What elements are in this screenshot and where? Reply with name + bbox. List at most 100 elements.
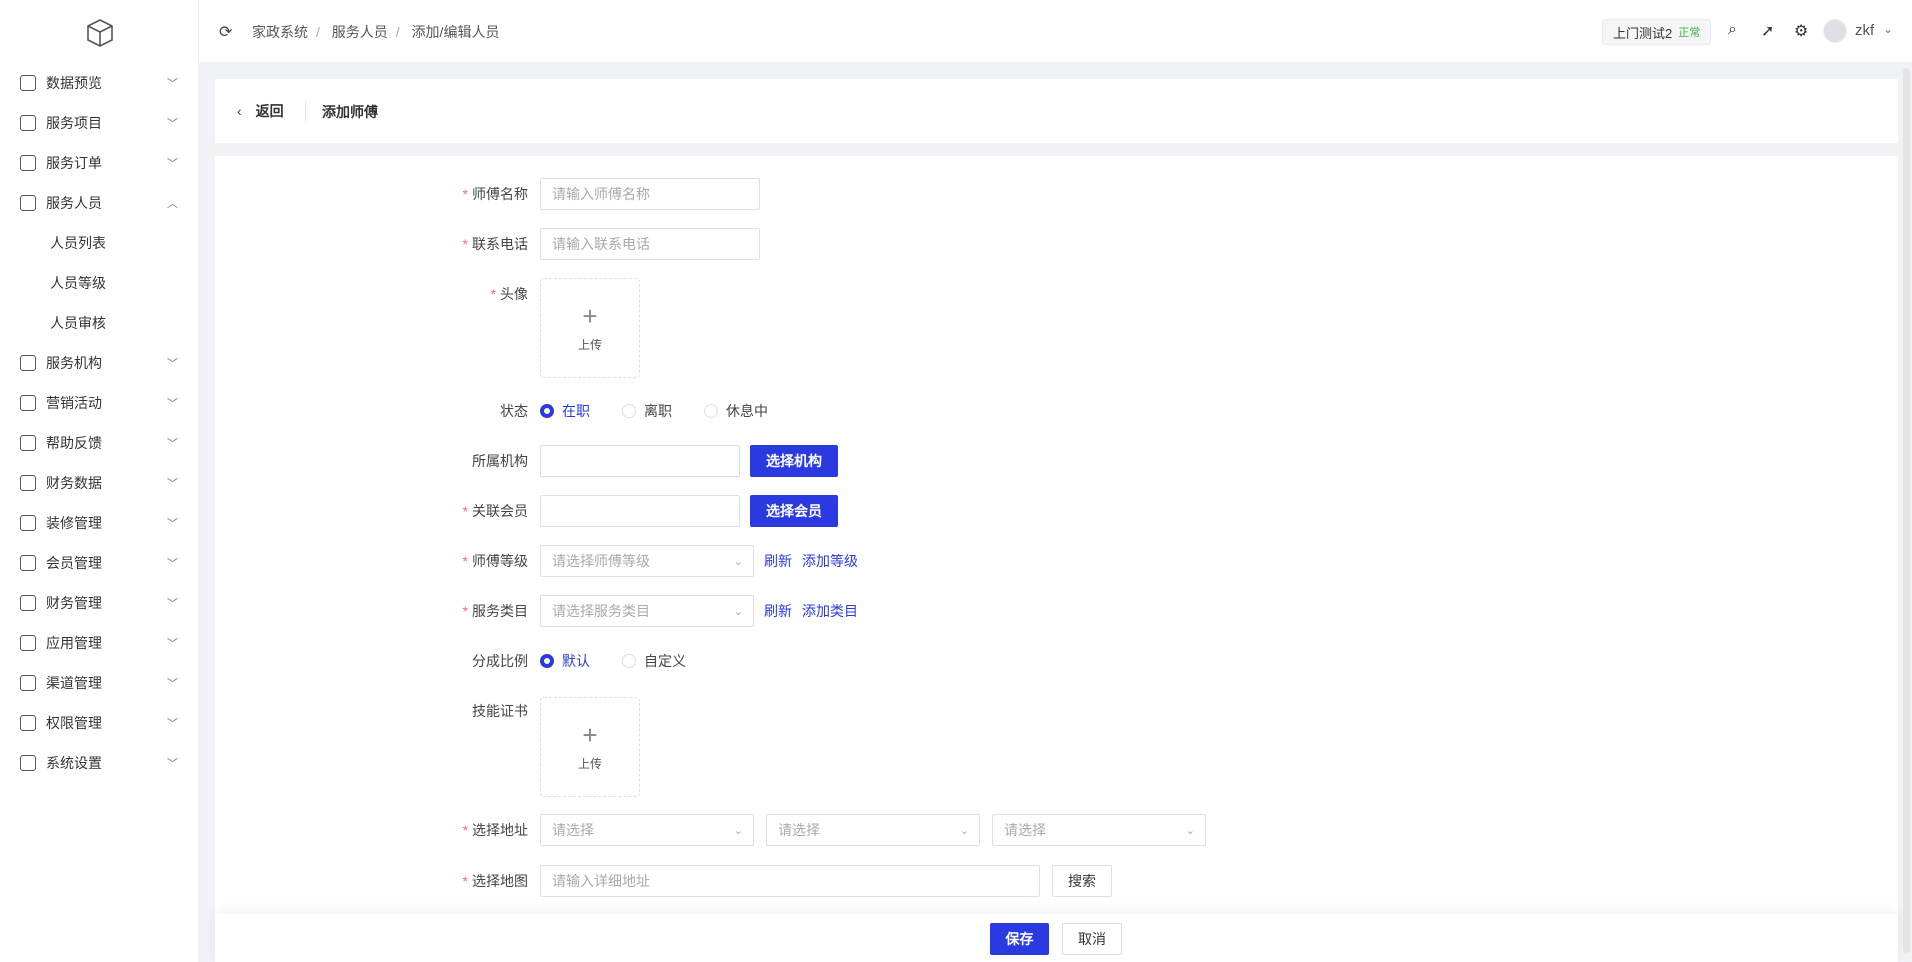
chevron-down-icon: ﹀ <box>167 758 178 770</box>
scrollbar[interactable] <box>1903 68 1910 953</box>
phone-label: * 联系电话 <box>462 236 528 252</box>
level-select[interactable]: 请选择师傅等级 ⌄ <box>540 545 754 577</box>
avatar[interactable] <box>1823 19 1847 43</box>
status-radio-active[interactable]: 在职 <box>540 401 590 421</box>
sidebar-subitem[interactable]: 人员等级 <box>50 263 106 303</box>
chevron-down-icon: ﹀ <box>167 358 178 370</box>
sidebar-item[interactable]: 服务人员 ︿ <box>0 183 199 223</box>
chevron-down-icon[interactable]: ⌄ <box>1883 22 1893 36</box>
sidebar-item[interactable]: 营销活动 ﹀ <box>0 383 199 423</box>
chevron-down-icon: ﹀ <box>167 398 178 410</box>
chevron-down-icon: ﹀ <box>167 78 178 90</box>
chevron-down-icon: ﹀ <box>167 718 178 730</box>
user-icon <box>20 195 36 211</box>
sidebar-item[interactable]: 权限管理 ﹀ <box>0 703 199 743</box>
tenant-name: 上门测试2 <box>1613 25 1673 41</box>
category-select[interactable]: 请选择服务类目 ⌄ <box>540 595 754 627</box>
sidebar-item[interactable]: 系统设置 ﹀ <box>0 743 199 783</box>
level-label: * 师傅等级 <box>462 553 528 569</box>
chevron-down-icon: ﹀ <box>167 118 178 130</box>
chevron-down-icon: ﹀ <box>167 638 178 650</box>
sidebar-item[interactable]: 服务订单 ﹀ <box>0 143 199 183</box>
save-button[interactable]: 保存 <box>990 923 1049 955</box>
sidebar-item[interactable]: 服务项目 ﹀ <box>0 103 199 143</box>
district-select[interactable]: 请选择 ⌄ <box>992 814 1206 846</box>
user-name[interactable]: zkf <box>1855 22 1874 39</box>
gear-icon[interactable]: ⚙ <box>1794 21 1808 41</box>
category-refresh-link[interactable]: 刷新 <box>764 601 792 621</box>
order-icon <box>20 395 36 411</box>
ratio-radio-custom[interactable]: 自定义 <box>622 651 686 671</box>
city-select[interactable]: 请选择 ⌄ <box>766 814 980 846</box>
search-button[interactable]: 搜索 <box>1052 865 1112 897</box>
top-header: ⟳ 家政系统 / 服务人员 / 添加/编辑人员 上门测试2 正常 ⌕ ➚ ⚙ zkf… <box>199 0 1912 62</box>
wallet-icon <box>20 115 36 131</box>
avatar-label: * 头像 <box>490 286 528 302</box>
member-input[interactable] <box>540 495 740 527</box>
divider <box>305 101 306 121</box>
page-header-card: ‹ 返回 添加师傅 <box>215 79 1898 143</box>
feedback-icon <box>20 435 36 451</box>
chevron-up-icon: ︿ <box>167 198 178 210</box>
plus-icon: + <box>582 300 598 331</box>
chevron-down-icon: ⌄ <box>733 555 743 568</box>
sidebar-item[interactable]: 财务管理 ﹀ <box>0 583 199 623</box>
org-input[interactable] <box>540 445 740 477</box>
search-icon[interactable]: ⌕ <box>1728 21 1737 39</box>
ratio-radio-default[interactable]: 默认 <box>540 651 590 671</box>
sidebar-item[interactable]: 会员管理 ﹀ <box>0 543 199 583</box>
sidebar-item[interactable]: 装修管理 ﹀ <box>0 503 199 543</box>
status-radio-resting[interactable]: 休息中 <box>704 401 768 421</box>
add-category-link[interactable]: 添加类目 <box>802 601 858 621</box>
cert-label: 技能证书 <box>472 703 528 719</box>
sidebar-item[interactable]: 数据预览 ﹀ <box>0 63 199 103</box>
avatar-upload[interactable]: + 上传 <box>540 278 640 378</box>
rocket-icon[interactable]: ➚ <box>1761 21 1774 41</box>
breadcrumb-item[interactable]: 服务人员 <box>332 24 388 40</box>
chevron-down-icon: ﹀ <box>167 558 178 570</box>
chevron-down-icon: ⌄ <box>733 605 743 618</box>
sidebar-item[interactable]: 应用管理 ﹀ <box>0 623 199 663</box>
chart-icon <box>20 75 36 91</box>
map-label: * 选择地图 <box>462 873 528 889</box>
name-label: * 师傅名称 <box>462 186 528 202</box>
cert-upload[interactable]: + 上传 <box>540 697 640 797</box>
diamond-icon <box>20 555 36 571</box>
chevron-down-icon: ﹀ <box>167 158 178 170</box>
page-title: 添加师傅 <box>322 104 378 120</box>
user-icon <box>20 355 36 371</box>
select-org-button[interactable]: 选择机构 <box>750 445 838 477</box>
logo-cube-icon <box>87 19 113 47</box>
breadcrumb-item[interactable]: 家政系统 <box>252 24 308 40</box>
sidebar-item[interactable]: 帮助反馈 ﹀ <box>0 423 199 463</box>
sidebar-item[interactable]: 渠道管理 ﹀ <box>0 663 199 703</box>
province-select[interactable]: 请选择 ⌄ <box>540 814 754 846</box>
phone-input[interactable]: 请输入联系电话 <box>540 228 760 260</box>
chevron-down-icon: ﹀ <box>167 678 178 690</box>
cancel-button[interactable]: 取消 <box>1062 923 1122 955</box>
sidebar: 数据预览 ﹀ 服务项目 ﹀ 服务订单 ﹀ 服务人员 ︿ 人员列表 人员等级 人员审核 服务机构 ﹀ 营销活… <box>0 0 199 962</box>
order-icon <box>20 155 36 171</box>
name-input[interactable]: 请输入师傅名称 <box>540 178 760 210</box>
lock-icon <box>20 715 36 731</box>
status-label: 状态 <box>500 403 528 419</box>
tenant-status: 正常 <box>1678 27 1701 39</box>
status-radio-left[interactable]: 离职 <box>622 401 672 421</box>
select-member-button[interactable]: 选择会员 <box>750 495 838 527</box>
tenant-badge[interactable]: 上门测试2 正常 <box>1602 19 1712 45</box>
refresh-icon[interactable]: ⟳ <box>219 22 232 42</box>
cube-icon <box>20 635 36 651</box>
back-button[interactable]: ‹ 返回 <box>237 101 284 121</box>
sidebar-subitem[interactable]: 人员列表 <box>50 223 106 263</box>
level-refresh-link[interactable]: 刷新 <box>764 551 792 571</box>
address-label: * 选择地址 <box>462 822 528 838</box>
sidebar-item[interactable]: 财务数据 ﹀ <box>0 463 199 503</box>
channel-icon <box>20 675 36 691</box>
address-detail-input[interactable]: 请输入详细地址 <box>540 865 1040 897</box>
breadcrumb-item: 添加/编辑人员 <box>411 24 500 40</box>
add-level-link[interactable]: 添加等级 <box>802 551 858 571</box>
chevron-down-icon: ﹀ <box>167 438 178 450</box>
ratio-label: 分成比例 <box>472 653 528 669</box>
sidebar-subitem[interactable]: 人员审核 <box>50 303 106 343</box>
sidebar-item[interactable]: 服务机构 ﹀ <box>0 343 199 383</box>
